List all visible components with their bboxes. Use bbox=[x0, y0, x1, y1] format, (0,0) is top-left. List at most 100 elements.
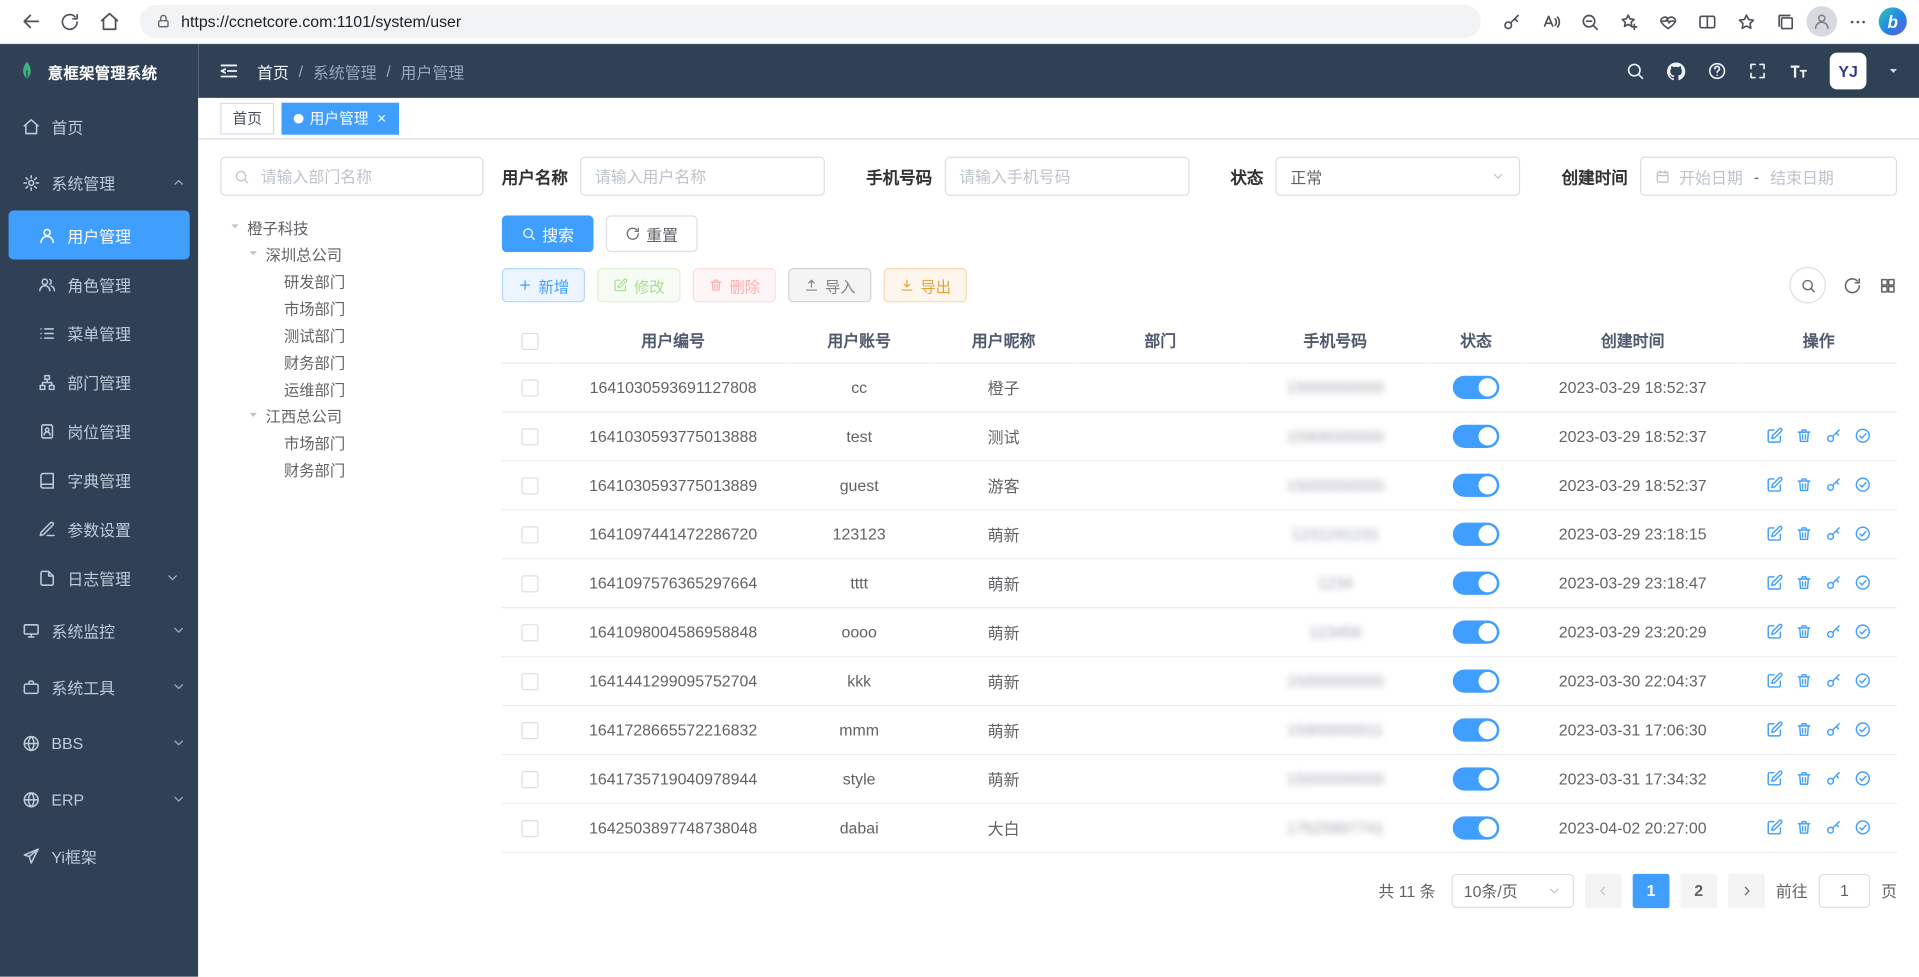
sidebar-collapse-icon[interactable] bbox=[218, 60, 240, 82]
row-checkbox[interactable] bbox=[521, 820, 538, 837]
row-checkbox[interactable] bbox=[521, 771, 538, 788]
font-size-icon[interactable] bbox=[1788, 61, 1809, 82]
status-toggle[interactable] bbox=[1453, 767, 1500, 790]
app-logo[interactable]: 意框架管理系统 bbox=[0, 44, 198, 98]
assign-role-icon[interactable] bbox=[1854, 427, 1871, 444]
prev-page-button[interactable] bbox=[1585, 873, 1622, 907]
browser-essentials-button[interactable] bbox=[1650, 3, 1687, 40]
delete-icon[interactable] bbox=[1795, 525, 1812, 542]
row-checkbox[interactable] bbox=[521, 722, 538, 739]
edit-icon[interactable] bbox=[1766, 476, 1783, 493]
modify-button[interactable]: 修改 bbox=[597, 268, 680, 302]
reset-password-icon[interactable] bbox=[1825, 770, 1842, 787]
tab-close-icon[interactable]: × bbox=[377, 110, 386, 126]
page-size-select[interactable]: 10条/页 bbox=[1452, 873, 1574, 907]
row-checkbox[interactable] bbox=[521, 624, 538, 641]
status-toggle[interactable] bbox=[1453, 816, 1500, 839]
assign-role-icon[interactable] bbox=[1854, 623, 1871, 640]
split-screen-button[interactable] bbox=[1689, 3, 1726, 40]
export-button[interactable]: 导出 bbox=[884, 268, 967, 302]
edit-icon[interactable] bbox=[1766, 623, 1783, 640]
fullscreen-icon[interactable] bbox=[1748, 61, 1768, 81]
next-page-button[interactable] bbox=[1728, 873, 1765, 907]
row-checkbox[interactable] bbox=[521, 673, 538, 690]
edit-icon[interactable] bbox=[1766, 819, 1783, 836]
breadcrumb-item[interactable]: 首页 bbox=[257, 59, 289, 82]
sidebar-item[interactable]: 日志管理 bbox=[9, 553, 190, 602]
row-checkbox[interactable] bbox=[521, 526, 538, 543]
sidebar-item[interactable]: BBS bbox=[0, 715, 198, 771]
edit-icon[interactable] bbox=[1766, 525, 1783, 542]
add-button[interactable]: 新增 bbox=[502, 268, 585, 302]
status-select[interactable]: 正常 bbox=[1276, 157, 1521, 196]
sidebar-item[interactable]: 系统管理 bbox=[0, 154, 198, 210]
tab-active[interactable]: 用户管理× bbox=[282, 102, 399, 134]
reset-password-icon[interactable] bbox=[1825, 525, 1842, 542]
delete-icon[interactable] bbox=[1795, 819, 1812, 836]
tree-node[interactable]: 运维部门 bbox=[220, 375, 483, 402]
row-checkbox[interactable] bbox=[521, 477, 538, 494]
reset-password-icon[interactable] bbox=[1825, 721, 1842, 738]
column-settings-button[interactable] bbox=[1879, 276, 1897, 294]
toggle-search-button[interactable] bbox=[1789, 267, 1826, 304]
tree-node[interactable]: 测试部门 bbox=[220, 321, 483, 348]
date-range-picker[interactable]: 开始日期 - 结束日期 bbox=[1640, 157, 1897, 196]
reset-password-icon[interactable] bbox=[1825, 476, 1842, 493]
tree-node[interactable]: 橙子科技 bbox=[220, 213, 483, 240]
assign-role-icon[interactable] bbox=[1854, 525, 1871, 542]
sidebar-item[interactable]: 系统监控 bbox=[0, 602, 198, 658]
refresh-table-button[interactable] bbox=[1843, 276, 1861, 294]
sidebar-item[interactable]: Yi框架 bbox=[0, 827, 198, 883]
status-toggle[interactable] bbox=[1453, 620, 1500, 643]
delete-icon[interactable] bbox=[1795, 721, 1812, 738]
browser-menu-button[interactable] bbox=[1840, 3, 1877, 40]
delete-button[interactable]: 删除 bbox=[693, 268, 776, 302]
sidebar-item[interactable]: 菜单管理 bbox=[9, 308, 190, 357]
tree-node[interactable]: 深圳总公司 bbox=[220, 240, 483, 267]
avatar-caret-icon[interactable] bbox=[1887, 65, 1899, 77]
edit-icon[interactable] bbox=[1766, 427, 1783, 444]
sidebar-item[interactable]: 角色管理 bbox=[9, 259, 190, 308]
assign-role-icon[interactable] bbox=[1854, 819, 1871, 836]
tree-caret-icon[interactable] bbox=[246, 247, 261, 259]
status-toggle[interactable] bbox=[1453, 669, 1500, 692]
github-icon[interactable] bbox=[1666, 61, 1687, 82]
reset-button[interactable]: 重置 bbox=[606, 215, 698, 252]
add-favorite-button[interactable] bbox=[1611, 3, 1648, 40]
address-bar[interactable]: https://ccnetcore.com:1101/system/user bbox=[140, 5, 1481, 38]
delete-icon[interactable] bbox=[1795, 427, 1812, 444]
import-button[interactable]: 导入 bbox=[788, 268, 871, 302]
page-button[interactable]: 1 bbox=[1633, 873, 1670, 907]
sidebar-item[interactable]: 参数设置 bbox=[9, 504, 190, 553]
status-toggle[interactable] bbox=[1453, 718, 1500, 741]
breadcrumb-item[interactable]: 用户管理 bbox=[401, 59, 465, 82]
back-button[interactable] bbox=[12, 3, 49, 40]
reset-password-icon[interactable] bbox=[1825, 672, 1842, 689]
tab-item[interactable]: 首页 bbox=[220, 102, 274, 134]
tree-node[interactable]: 市场部门 bbox=[220, 294, 483, 321]
browser-profile-avatar[interactable] bbox=[1806, 6, 1837, 37]
tree-caret-icon[interactable] bbox=[228, 220, 243, 232]
edit-icon[interactable] bbox=[1766, 672, 1783, 689]
row-checkbox[interactable] bbox=[521, 428, 538, 445]
delete-icon[interactable] bbox=[1795, 574, 1812, 591]
page-button[interactable]: 2 bbox=[1680, 873, 1717, 907]
tree-node[interactable]: 江西总公司 bbox=[220, 401, 483, 428]
breadcrumb-item[interactable]: 系统管理 bbox=[313, 59, 377, 82]
assign-role-icon[interactable] bbox=[1854, 476, 1871, 493]
delete-icon[interactable] bbox=[1795, 623, 1812, 640]
sidebar-item[interactable]: 字典管理 bbox=[9, 455, 190, 504]
reset-password-icon[interactable] bbox=[1825, 427, 1842, 444]
status-toggle[interactable] bbox=[1453, 424, 1500, 447]
phone-input[interactable] bbox=[944, 157, 1189, 196]
sidebar-item[interactable]: 用户管理 bbox=[9, 211, 190, 260]
edit-icon[interactable] bbox=[1766, 770, 1783, 787]
favorites-button[interactable] bbox=[1728, 3, 1765, 40]
goto-page-input[interactable] bbox=[1819, 873, 1870, 907]
status-toggle[interactable] bbox=[1453, 473, 1500, 496]
tree-node[interactable]: 研发部门 bbox=[220, 267, 483, 294]
help-icon[interactable] bbox=[1707, 61, 1727, 81]
sidebar-item[interactable]: 首页 bbox=[0, 98, 198, 154]
read-aloud-button[interactable] bbox=[1532, 3, 1569, 40]
collections-button[interactable] bbox=[1767, 3, 1804, 40]
